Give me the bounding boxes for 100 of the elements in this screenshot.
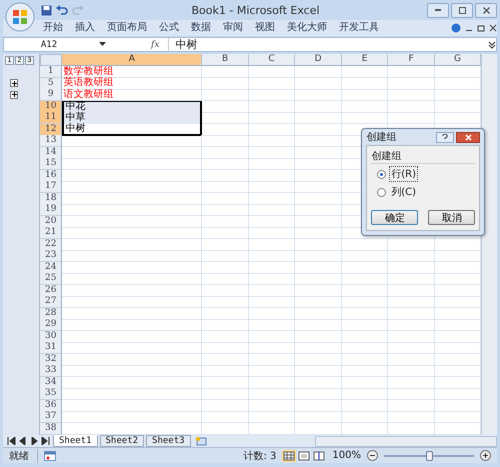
table-cell — [342, 284, 388, 296]
new-sheet-icon[interactable] — [194, 436, 207, 446]
row-header[interactable]: 35 — [40, 388, 62, 400]
zoom-slider-thumb[interactable] — [426, 450, 432, 460]
ribbon-tab[interactable]: 视图 — [251, 21, 279, 35]
row-header[interactable]: 21 — [40, 227, 62, 239]
formula-field[interactable]: 中树 — [168, 38, 483, 51]
undo-icon[interactable] — [56, 4, 68, 16]
ribbon-tab[interactable]: 审阅 — [219, 21, 247, 35]
row-header[interactable]: 29 — [40, 319, 62, 331]
ribbon-tab[interactable]: 公式 — [155, 21, 183, 35]
row-header[interactable]: 11 — [40, 112, 62, 124]
row-header[interactable]: 37 — [40, 411, 62, 423]
page-layout-icon[interactable] — [297, 450, 312, 462]
radio-button[interactable] — [377, 170, 386, 178]
row-header[interactable]: 9 — [40, 89, 62, 101]
row-header[interactable]: 20 — [40, 216, 62, 228]
row-header[interactable]: 23 — [40, 250, 62, 262]
row-header[interactable]: 1 — [40, 66, 62, 78]
macro-record-icon[interactable] — [44, 450, 56, 460]
row-header[interactable]: 32 — [40, 354, 62, 366]
expand-group-button[interactable] — [10, 79, 18, 88]
expand-group-button[interactable] — [10, 90, 18, 99]
restore-icon[interactable] — [477, 24, 485, 32]
column-header[interactable]: G — [434, 54, 482, 66]
close-button[interactable] — [456, 132, 480, 142]
ribbon-tab[interactable]: 开发工具 — [335, 21, 383, 35]
row-header[interactable]: 27 — [40, 296, 62, 308]
row-header[interactable]: 10 — [40, 100, 62, 112]
dialog-button[interactable]: 取消 — [428, 210, 476, 225]
row-header[interactable]: 19 — [40, 204, 62, 216]
ribbon-tab[interactable]: 页面布局 — [103, 21, 151, 35]
sheet-tab[interactable]: Sheet2 — [100, 435, 144, 447]
row-header[interactable]: 12 — [40, 124, 62, 136]
ribbon-tab[interactable]: 插入 — [71, 21, 99, 35]
row-header[interactable]: 13 — [40, 135, 62, 147]
minimize-button[interactable] — [427, 2, 449, 18]
table-cell — [295, 112, 342, 124]
table-cell — [388, 388, 435, 400]
table-cell — [295, 273, 342, 285]
table-cell — [388, 365, 435, 377]
row-header[interactable]: 25 — [40, 273, 62, 285]
ribbon-tab[interactable]: 美化大师 — [283, 21, 331, 35]
table-cell — [295, 296, 342, 308]
horizontal-scrollbar[interactable] — [315, 436, 497, 446]
page-break-icon[interactable] — [312, 450, 326, 462]
row-header[interactable]: 38 — [40, 422, 62, 434]
row-header[interactable]: 34 — [40, 376, 62, 388]
save-icon[interactable] — [41, 4, 52, 16]
sheet-tab[interactable]: Sheet3 — [146, 435, 191, 447]
column-header[interactable]: B — [202, 54, 249, 66]
vertical-scrollbar[interactable] — [481, 54, 497, 435]
row-header[interactable]: 15 — [40, 158, 62, 170]
table-cell — [202, 227, 249, 239]
sheet-navigation-icon[interactable] — [7, 437, 51, 445]
row-header[interactable]: 30 — [40, 330, 62, 342]
zoom-out-icon[interactable] — [367, 450, 378, 461]
ribbon-tab[interactable]: 数据 — [187, 21, 215, 35]
dialog-button[interactable]: 确定 — [371, 210, 418, 225]
row-header[interactable]: 33 — [40, 365, 62, 377]
column-header[interactable]: A — [62, 54, 202, 66]
column-header[interactable]: D — [295, 54, 342, 66]
row-header[interactable]: 16 — [40, 170, 62, 182]
insert-function-button[interactable]: fx — [151, 40, 160, 50]
row-header[interactable]: 26 — [40, 284, 62, 296]
column-header[interactable]: E — [342, 54, 388, 66]
zoom-level: 100% — [332, 450, 361, 461]
radio-button[interactable] — [377, 188, 386, 196]
row-header[interactable]: 14 — [40, 146, 62, 158]
table-cell — [248, 100, 296, 112]
dropdown-icon[interactable] — [99, 42, 106, 47]
normal-view-icon[interactable] — [282, 450, 296, 462]
help-icon[interactable] — [451, 23, 461, 33]
row-header[interactable]: 18 — [40, 192, 62, 204]
row-header[interactable]: 17 — [40, 181, 62, 193]
close-icon — [464, 134, 472, 140]
radio-label[interactable]: 列(C) — [389, 184, 418, 200]
close-button[interactable] — [475, 2, 497, 18]
table-cell — [202, 158, 249, 170]
table-cell — [202, 308, 249, 320]
radio-label[interactable]: 行(R) — [389, 166, 418, 182]
row-header[interactable]: 31 — [40, 342, 62, 354]
ribbon-tab[interactable]: 开始 — [39, 21, 67, 35]
sheet-tab[interactable]: Sheet1 — [53, 435, 98, 447]
maximize-button[interactable] — [451, 2, 473, 18]
row-header[interactable]: 22 — [40, 238, 62, 250]
row-header[interactable]: 5 — [40, 78, 62, 90]
expand-icon[interactable] — [488, 40, 496, 48]
row-header[interactable]: 24 — [40, 262, 62, 274]
name-box[interactable]: A12 — [4, 40, 94, 50]
table-cell — [248, 238, 296, 250]
column-header[interactable]: F — [388, 54, 435, 66]
column-header[interactable]: C — [248, 54, 296, 66]
help-button[interactable] — [436, 132, 454, 142]
row-header[interactable]: 36 — [40, 400, 62, 412]
close-icon[interactable] — [489, 24, 497, 32]
table-cell — [248, 342, 296, 354]
zoom-in-icon[interactable] — [480, 450, 491, 461]
row-header[interactable]: 28 — [40, 308, 62, 320]
table-cell — [388, 400, 435, 412]
